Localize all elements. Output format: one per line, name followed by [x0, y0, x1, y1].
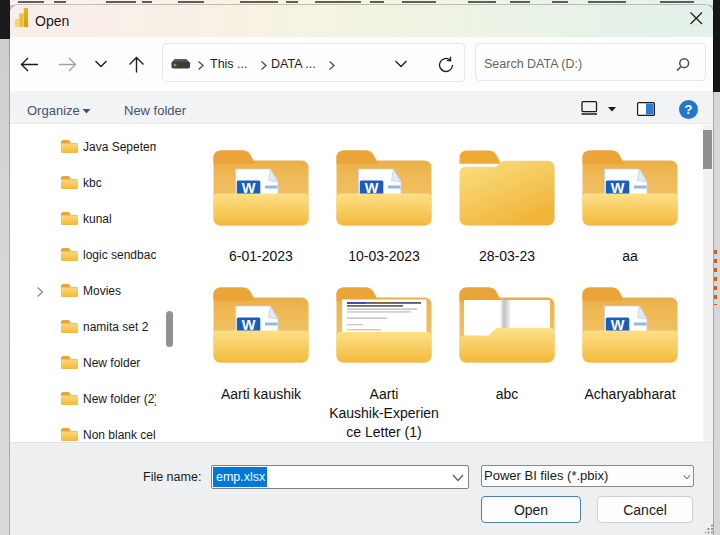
svg-text:W: W: [242, 316, 256, 332]
svg-text:W: W: [611, 316, 625, 332]
svg-text:W: W: [242, 179, 256, 195]
svg-text:W: W: [611, 179, 625, 195]
svg-text:W: W: [365, 179, 379, 195]
